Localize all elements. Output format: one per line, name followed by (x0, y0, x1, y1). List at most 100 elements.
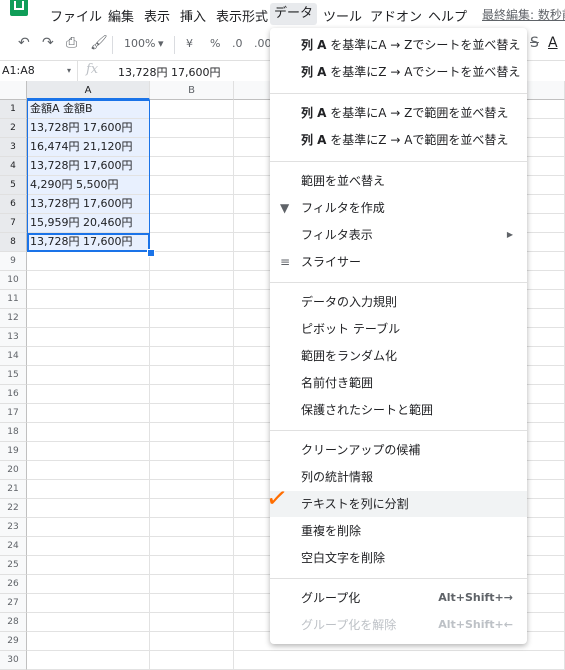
cell-b[interactable] (150, 328, 234, 347)
row-header[interactable]: 2 (0, 119, 27, 138)
paint-format-icon[interactable]: 🖌 (90, 35, 108, 51)
sort-sheet-z-to-a[interactable]: 列 A を基準にZ → Aでシートを並べ替え (270, 59, 527, 85)
row-header[interactable]: 25 (0, 556, 27, 575)
menu-file[interactable]: ファイル (50, 6, 102, 25)
row-header[interactable]: 14 (0, 347, 27, 366)
row-header[interactable]: 16 (0, 385, 27, 404)
cell-a[interactable] (27, 499, 150, 518)
cell-b[interactable] (150, 480, 234, 499)
row-header[interactable]: 4 (0, 157, 27, 176)
percent-format-button[interactable]: % (210, 37, 220, 50)
cell-a[interactable] (27, 461, 150, 480)
row-header[interactable]: 27 (0, 594, 27, 613)
decrease-decimal-button[interactable]: .0 (232, 37, 243, 50)
row-header[interactable]: 1 (0, 100, 27, 119)
menu-edit[interactable]: 編集 (108, 6, 134, 25)
cell-b[interactable] (150, 366, 234, 385)
column-header-a[interactable]: A (27, 81, 150, 100)
menu-help[interactable]: ヘルプ (428, 6, 467, 25)
column-stats-item[interactable]: 列の統計情報 (270, 464, 527, 490)
column-header-b[interactable]: B (150, 81, 234, 100)
cell-b[interactable] (150, 100, 234, 119)
chevron-down-icon[interactable]: ▾ (67, 61, 71, 81)
cell-b[interactable] (150, 176, 234, 195)
cell-b[interactable] (150, 385, 234, 404)
row-header[interactable]: 5 (0, 176, 27, 195)
cell-a[interactable] (27, 632, 150, 651)
filter-views-item[interactable]: フィルタ表示 ▶ (270, 222, 527, 248)
cell-b[interactable] (150, 138, 234, 157)
menu-insert[interactable]: 挿入 (180, 6, 206, 25)
cell-a[interactable] (27, 423, 150, 442)
cell-b[interactable] (150, 594, 234, 613)
cell-a[interactable] (27, 366, 150, 385)
cell-a[interactable] (27, 404, 150, 423)
cell-b[interactable] (150, 499, 234, 518)
named-ranges-item[interactable]: 名前付き範囲 (270, 370, 527, 396)
cell-b[interactable] (150, 195, 234, 214)
row-header[interactable]: 29 (0, 632, 27, 651)
cell-a[interactable] (27, 290, 150, 309)
sort-range-item[interactable]: 範囲を並べ替え (270, 168, 527, 194)
row-header[interactable]: 26 (0, 575, 27, 594)
cell-b[interactable] (150, 575, 234, 594)
cell-b[interactable] (150, 632, 234, 651)
row-header[interactable]: 21 (0, 480, 27, 499)
cell-a[interactable]: 金額A 金額B (27, 100, 150, 119)
cell-a[interactable] (27, 575, 150, 594)
strikethrough-button[interactable]: S (530, 35, 539, 51)
cell-a[interactable] (27, 252, 150, 271)
trim-whitespace-item[interactable]: 空白文字を削除 (270, 545, 527, 571)
remove-duplicates-item[interactable]: 重複を削除 (270, 518, 527, 544)
row-header[interactable]: 9 (0, 252, 27, 271)
text-color-button[interactable]: A (548, 35, 558, 51)
last-edit-link[interactable]: 最終編集: 数秒前 (482, 6, 565, 23)
cell-b[interactable] (150, 119, 234, 138)
row-header[interactable]: 8 (0, 233, 27, 252)
name-box[interactable]: A1:A8 ▾ (0, 61, 78, 81)
menu-view[interactable]: 表示 (144, 6, 170, 25)
chevron-down-icon[interactable]: ▾ (158, 37, 164, 50)
row-header[interactable]: 30 (0, 651, 27, 670)
cell-b[interactable] (150, 290, 234, 309)
cell-c[interactable] (234, 651, 565, 670)
cell-b[interactable] (150, 442, 234, 461)
cell-b[interactable] (150, 518, 234, 537)
cell-b[interactable] (150, 233, 234, 252)
cell-a[interactable]: 16,474円 21,120円 (27, 138, 150, 157)
cell-a[interactable]: 13,728円 17,600円 (27, 195, 150, 214)
cell-a[interactable] (27, 556, 150, 575)
sort-range-z-to-a[interactable]: 列 A を基準にZ → Aで範囲を並べ替え (270, 127, 527, 153)
row-header[interactable]: 18 (0, 423, 27, 442)
row-header[interactable]: 19 (0, 442, 27, 461)
cell-a[interactable]: 4,290円 5,500円 (27, 176, 150, 195)
menu-data[interactable]: データ (270, 3, 318, 25)
cell-a[interactable] (27, 537, 150, 556)
cell-b[interactable] (150, 214, 234, 233)
print-icon[interactable]: ⎙ (66, 35, 77, 51)
row-header[interactable]: 11 (0, 290, 27, 309)
sheets-logo-icon[interactable] (10, 0, 28, 16)
cell-b[interactable] (150, 157, 234, 176)
cell-b[interactable] (150, 613, 234, 632)
row-header[interactable]: 23 (0, 518, 27, 537)
formula-input[interactable]: 13,728円 17,600円 (118, 64, 220, 80)
cleanup-suggestions-item[interactable]: クリーンアップの候補 (270, 437, 527, 463)
create-filter-item[interactable]: ▼ フィルタを作成 (270, 195, 527, 221)
cell-a[interactable] (27, 385, 150, 404)
row-header[interactable]: 3 (0, 138, 27, 157)
cell-b[interactable] (150, 347, 234, 366)
cell-b[interactable] (150, 461, 234, 480)
pivot-table-item[interactable]: ピボット テーブル (270, 316, 527, 342)
cell-a[interactable]: 13,728円 17,600円 (27, 157, 150, 176)
cell-a[interactable] (27, 309, 150, 328)
cell-b[interactable] (150, 252, 234, 271)
cell-a[interactable] (27, 651, 150, 670)
cell-b[interactable] (150, 271, 234, 290)
row-header[interactable]: 13 (0, 328, 27, 347)
group-item[interactable]: グループ化 Alt+Shift+→ (270, 585, 527, 611)
sort-range-a-to-z[interactable]: 列 A を基準にA → Zで範囲を並べ替え (270, 100, 527, 126)
cell-b[interactable] (150, 651, 234, 670)
cell-b[interactable] (150, 537, 234, 556)
row-header[interactable]: 7 (0, 214, 27, 233)
